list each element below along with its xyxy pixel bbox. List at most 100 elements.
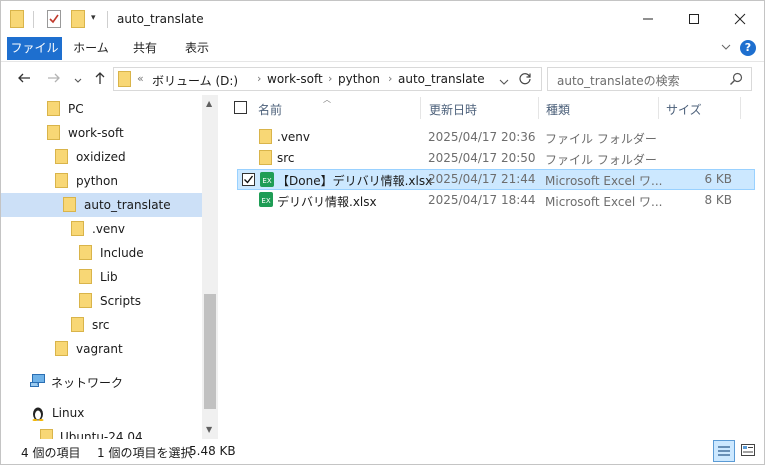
column-header-name[interactable]: 名前 xyxy=(258,101,282,118)
column-header-type[interactable]: 種類 xyxy=(546,101,570,118)
tab-home[interactable]: ホーム xyxy=(69,37,113,60)
folder-icon xyxy=(63,197,76,215)
nav-item-ubuntu[interactable]: Ubuntu-24.04 xyxy=(1,425,202,439)
nav-item-src[interactable]: src xyxy=(1,313,202,337)
address-overflow[interactable]: « xyxy=(137,72,144,85)
file-row-selected[interactable]: EX 【Done】デリバリ情報.xlsx 2025/04/17 21:44 Mi… xyxy=(237,169,755,190)
nav-item-label: oxidized xyxy=(76,150,126,164)
column-header-row: ︿ 名前 更新日時 種類 サイズ xyxy=(218,95,764,121)
nav-item-label: src xyxy=(92,318,110,332)
file-row[interactable]: src 2025/04/17 20:50 ファイル フォルダー xyxy=(237,148,755,169)
file-name: 【Done】デリバリ情報.xlsx xyxy=(277,174,433,188)
file-row[interactable]: EX デリバリ情報.xlsx 2025/04/17 18:44 Microsof… xyxy=(237,190,755,211)
folder-icon xyxy=(118,71,131,90)
nav-item-scripts[interactable]: Scripts xyxy=(1,289,202,313)
nav-item-oxidized[interactable]: oxidized xyxy=(1,145,202,169)
breadcrumb-volume[interactable]: ボリューム (D:) xyxy=(152,72,238,89)
address-bar[interactable]: « ボリューム (D:) › work-soft › python › auto… xyxy=(113,67,542,91)
nav-item-auto-translate[interactable]: auto_translate xyxy=(1,193,202,217)
nav-item-label: .venv xyxy=(92,222,126,236)
breadcrumb-python[interactable]: python xyxy=(338,72,380,86)
tab-share[interactable]: 共有 xyxy=(123,37,167,60)
breadcrumb-separator[interactable]: › xyxy=(328,72,332,85)
file-date: 2025/04/17 18:44 xyxy=(428,193,536,207)
column-header-size[interactable]: サイズ xyxy=(666,101,702,118)
minimize-icon xyxy=(643,18,653,20)
checkmark-icon xyxy=(244,175,254,184)
minimize-button[interactable] xyxy=(625,1,671,37)
breadcrumb-auto-translate[interactable]: auto_translate xyxy=(398,72,485,86)
address-history-chevron-icon[interactable] xyxy=(499,76,509,90)
refresh-icon[interactable] xyxy=(518,72,532,89)
quick-access-dropdown-icon[interactable]: ▾ xyxy=(91,13,96,23)
nav-item-python[interactable]: python xyxy=(1,169,202,193)
properties-icon[interactable] xyxy=(47,10,61,31)
breadcrumb-work-soft[interactable]: work-soft xyxy=(267,72,323,86)
scroll-down-icon[interactable]: ▼ xyxy=(206,425,212,434)
svg-text:EX: EX xyxy=(261,197,270,205)
ribbon-expand-chevron-icon[interactable] xyxy=(720,41,732,56)
nav-item-lib[interactable]: Lib xyxy=(1,265,202,289)
nav-item-label: Ubuntu-24.04 xyxy=(60,430,143,439)
recent-locations-dropdown[interactable] xyxy=(74,74,82,88)
nav-item-pc[interactable]: PC xyxy=(1,97,202,121)
breadcrumb-separator[interactable]: › xyxy=(388,72,392,85)
linux-penguin-icon xyxy=(31,405,45,424)
chevron-down-icon xyxy=(74,78,82,83)
file-type: Microsoft Excel ワ... xyxy=(545,195,663,209)
file-type: Microsoft Excel ワ... xyxy=(545,174,663,188)
maximize-button[interactable] xyxy=(671,1,717,37)
file-date: 2025/04/17 20:50 xyxy=(428,151,536,165)
file-size: 6 KB xyxy=(704,172,732,186)
folder-icon xyxy=(47,125,60,143)
row-checkbox-checked[interactable] xyxy=(242,173,255,186)
details-view-button[interactable] xyxy=(713,440,735,462)
nav-item-label: Scripts xyxy=(100,294,142,308)
excel-file-icon: EX xyxy=(259,192,273,207)
navigation-scrollbar[interactable]: ▲ ▼ xyxy=(202,95,218,439)
selection-size: 5.48 KB xyxy=(189,444,236,458)
search-placeholder: auto_translateの検索 xyxy=(557,74,680,88)
new-folder-icon[interactable] xyxy=(71,10,85,31)
nav-item-linux[interactable]: Linux xyxy=(1,401,202,425)
nav-item-include[interactable]: Include xyxy=(1,241,202,265)
breadcrumb-separator[interactable]: › xyxy=(257,72,261,85)
select-all-checkbox[interactable] xyxy=(234,101,247,114)
nav-item-work-soft[interactable]: work-soft xyxy=(1,121,202,145)
close-icon xyxy=(734,13,746,25)
folder-icon xyxy=(71,221,84,239)
folder-icon xyxy=(55,149,68,167)
up-arrow-icon xyxy=(95,72,105,84)
help-button[interactable]: ? xyxy=(740,40,756,56)
sort-ascending-icon: ︿ xyxy=(323,95,331,104)
navigation-pane: PC work-soft oxidized python auto_transl… xyxy=(1,95,202,439)
maximize-icon xyxy=(689,14,699,24)
file-explorer-window: ▾ auto_translate ファイル ホーム 共有 表示 ? « ボリュー… xyxy=(0,0,765,465)
file-row[interactable]: .venv 2025/04/17 20:36 ファイル フォルダー xyxy=(237,127,755,148)
large-icons-view-button[interactable] xyxy=(738,440,760,462)
nav-item-venv[interactable]: .venv xyxy=(1,217,202,241)
file-name: src xyxy=(277,151,295,165)
up-button[interactable] xyxy=(93,71,107,88)
nav-item-network[interactable]: ネットワーク xyxy=(1,369,202,393)
folder-icon xyxy=(55,341,68,359)
file-name: .venv xyxy=(277,130,311,144)
scrollbar-thumb[interactable] xyxy=(204,294,216,409)
tab-view[interactable]: 表示 xyxy=(175,37,219,60)
nav-item-vagrant[interactable]: vagrant xyxy=(1,337,202,361)
item-count: 4 個の項目 xyxy=(21,446,81,460)
back-button[interactable] xyxy=(17,71,31,88)
search-input[interactable]: auto_translateの検索 xyxy=(547,67,752,91)
scroll-up-icon[interactable]: ▲ xyxy=(206,99,212,108)
file-type: ファイル フォルダー xyxy=(545,132,657,146)
tab-file[interactable]: ファイル xyxy=(7,37,62,60)
folder-icon xyxy=(10,10,24,31)
column-header-date[interactable]: 更新日時 xyxy=(429,101,477,118)
network-icon xyxy=(30,373,46,391)
close-button[interactable] xyxy=(717,1,763,37)
excel-file-icon: EX xyxy=(260,172,274,187)
folder-icon xyxy=(71,317,84,335)
file-name: デリバリ情報.xlsx xyxy=(277,195,377,209)
forward-button[interactable] xyxy=(47,71,61,88)
nav-item-label: python xyxy=(76,174,118,188)
